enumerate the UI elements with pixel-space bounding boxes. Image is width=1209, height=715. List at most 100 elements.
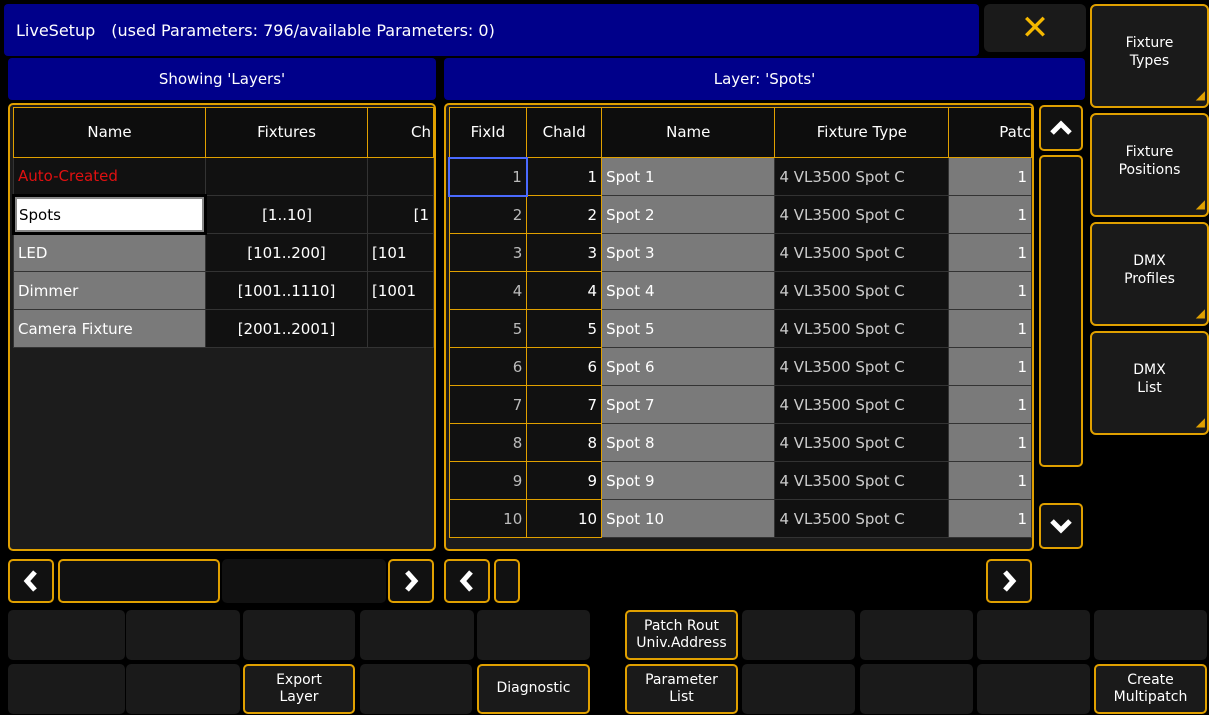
empty-soft-key[interactable] (243, 610, 355, 660)
empty-soft-key[interactable] (126, 610, 240, 660)
fixture-patch[interactable]: 1 (948, 195, 1032, 234)
export-layer-button[interactable]: Export Layer (243, 664, 355, 714)
empty-soft-key[interactable] (360, 664, 472, 714)
fixture-patch[interactable]: 1 (948, 157, 1032, 196)
layer-fixtures[interactable]: [1001..1110] (205, 271, 368, 310)
column-header-ch[interactable]: Ch (367, 107, 434, 158)
fixture-patch[interactable]: 1 (948, 271, 1032, 310)
layer-fixtures[interactable]: [1..10] (205, 195, 368, 234)
scroll-left-button[interactable] (444, 559, 490, 603)
layer-ch[interactable] (367, 309, 434, 348)
fixture-types-button[interactable]: Fixture Types ◢ (1090, 4, 1209, 108)
fixture-type[interactable]: 4 VL3500 Spot C (774, 499, 950, 538)
fixture-name[interactable]: Spot 8 (601, 423, 776, 462)
dmx-profiles-button[interactable]: DMX Profiles ◢ (1090, 222, 1209, 326)
fixture-id[interactable]: 7 (448, 385, 528, 424)
fixture-id[interactable]: 1 (448, 156, 528, 197)
close-button[interactable]: ✕ (984, 4, 1086, 52)
channel-id[interactable]: 10 (526, 499, 603, 538)
table-row[interactable]: Dimmer [1001..1110] [1001 (13, 271, 434, 310)
empty-soft-key[interactable] (8, 664, 125, 714)
scroll-up-button[interactable] (1039, 105, 1083, 151)
table-row[interactable]: 10 10 Spot 10 4 VL3500 Spot C1 (448, 499, 1032, 538)
fixture-patch[interactable]: 1 (948, 423, 1032, 462)
table-row[interactable]: 2 2 Spot 24 VL3500 Spot C1 (448, 195, 1032, 234)
scroll-down-button[interactable] (1039, 503, 1083, 549)
fixture-name[interactable]: Spot 5 (601, 309, 776, 348)
scroll-track[interactable] (222, 559, 386, 603)
fixture-type[interactable]: 4 VL3500 Spot C (774, 385, 950, 424)
layer-ch[interactable] (367, 157, 434, 196)
fixture-positions-button[interactable]: Fixture Positions ◢ (1090, 113, 1209, 217)
fixture-id[interactable]: 4 (448, 271, 528, 310)
layer-ch[interactable]: [1 (367, 195, 434, 234)
scroll-thumb[interactable] (58, 559, 220, 603)
fixture-patch[interactable]: 1 (948, 461, 1032, 500)
layer-name[interactable]: Auto-Created (13, 157, 206, 196)
layer-fixtures[interactable]: [2001..2001] (205, 309, 368, 348)
layer-ch[interactable]: [1001 (367, 271, 434, 310)
fixture-type[interactable]: 4 VL3500 Spot C (774, 347, 950, 386)
table-row[interactable]: Auto-Created (13, 157, 434, 196)
diagnostic-button[interactable]: Diagnostic (477, 664, 590, 714)
fixture-id[interactable]: 2 (448, 195, 528, 234)
layer-name[interactable]: Spots (12, 194, 207, 235)
scroll-left-button[interactable] (8, 559, 54, 603)
empty-soft-key[interactable] (360, 610, 474, 660)
empty-soft-key[interactable] (1094, 610, 1207, 660)
column-header-patch[interactable]: Patc (948, 107, 1032, 158)
empty-soft-key[interactable] (8, 610, 125, 660)
channel-id[interactable]: 3 (526, 233, 603, 272)
scroll-track[interactable] (1039, 155, 1083, 467)
fixture-type[interactable]: 4 VL3500 Spot C (774, 271, 950, 310)
fixture-name[interactable]: Spot 7 (601, 385, 776, 424)
fixture-name[interactable]: Spot 6 (601, 347, 776, 386)
dmx-list-button[interactable]: DMX List ◢ (1090, 331, 1209, 435)
empty-soft-key[interactable] (860, 610, 973, 660)
empty-soft-key[interactable] (742, 664, 855, 714)
column-header-name[interactable]: Name (13, 107, 206, 158)
channel-id[interactable]: 6 (526, 347, 603, 386)
vertical-scrollbar[interactable] (1036, 103, 1086, 551)
fixture-name[interactable]: Spot 9 (601, 461, 776, 500)
table-row[interactable]: Spots [1..10] [1 (12, 194, 434, 235)
table-row[interactable]: 4 4 Spot 44 VL3500 Spot C1 (448, 271, 1032, 310)
fixture-type[interactable]: 4 VL3500 Spot C (774, 195, 950, 234)
empty-soft-key[interactable] (477, 610, 590, 660)
fixture-type[interactable]: 4 VL3500 Spot C (774, 309, 950, 348)
channel-id[interactable]: 9 (526, 461, 603, 500)
table-row[interactable]: 6 6 Spot 64 VL3500 Spot C1 (448, 347, 1032, 386)
fixture-name[interactable]: Spot 3 (601, 233, 776, 272)
fixture-id[interactable]: 5 (448, 309, 528, 348)
fixture-patch[interactable]: 1 (948, 499, 1032, 538)
table-row[interactable]: LED [101..200] [101 (13, 233, 434, 272)
channel-id[interactable]: 4 (526, 271, 603, 310)
layer-fixtures[interactable]: [101..200] (205, 233, 368, 272)
patch-rout-univ-address-button[interactable]: Patch Rout Univ.Address (625, 610, 738, 660)
channel-id[interactable]: 8 (526, 423, 603, 462)
fixture-id[interactable]: 6 (448, 347, 528, 386)
fixture-id[interactable]: 10 (448, 499, 528, 538)
layer-name[interactable]: LED (13, 233, 206, 272)
empty-soft-key[interactable] (977, 664, 1090, 714)
scroll-right-button[interactable] (388, 559, 434, 603)
channel-id[interactable]: 2 (526, 195, 603, 234)
table-row[interactable]: 5 5 Spot 54 VL3500 Spot C1 (448, 309, 1032, 348)
channel-id[interactable]: 1 (526, 157, 603, 196)
fixture-id[interactable]: 9 (448, 461, 528, 500)
fixture-patch[interactable]: 1 (948, 309, 1032, 348)
column-header-fixid[interactable]: FixId (448, 107, 528, 158)
fixture-type[interactable]: 4 VL3500 Spot C (774, 423, 950, 462)
empty-soft-key[interactable] (860, 664, 973, 714)
fixture-id[interactable]: 8 (448, 423, 528, 462)
fixture-patch[interactable]: 1 (948, 347, 1032, 386)
fixtures-horizontal-scrollbar[interactable] (444, 557, 1034, 607)
fixture-name[interactable]: Spot 10 (601, 499, 776, 538)
fixture-name[interactable]: Spot 1 (601, 157, 776, 196)
scroll-thumb[interactable] (494, 559, 520, 603)
table-row[interactable]: 1 1 Spot 14 VL3500 Spot C1 (448, 156, 1032, 197)
empty-soft-key[interactable] (126, 664, 240, 714)
layer-ch[interactable]: [101 (367, 233, 434, 272)
column-header-name[interactable]: Name (601, 107, 776, 158)
fixture-name[interactable]: Spot 4 (601, 271, 776, 310)
